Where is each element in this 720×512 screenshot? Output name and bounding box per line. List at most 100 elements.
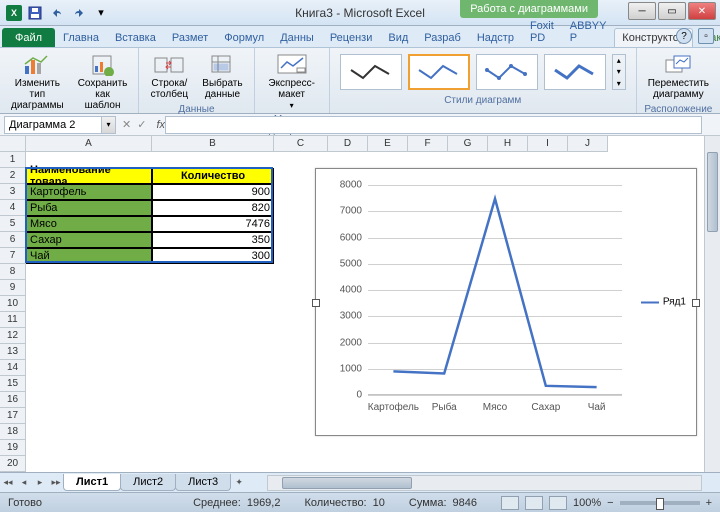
tab-data[interactable]: Данны	[272, 28, 322, 47]
y-tick: 7000	[322, 206, 362, 217]
cell-A5[interactable]: Мясо	[26, 216, 152, 232]
cell-B6[interactable]: 350	[152, 232, 274, 248]
column-header-A[interactable]: A	[26, 136, 152, 152]
chart-legend[interactable]: Ряд1	[641, 297, 686, 308]
sheet-tab-2[interactable]: Лист2	[120, 474, 176, 491]
tab-formulas[interactable]: Формул	[216, 28, 272, 47]
sheet-tab-1[interactable]: Лист1	[63, 474, 121, 491]
help-button[interactable]: ?	[676, 28, 692, 44]
switch-row-column-button[interactable]: Строка/столбец	[145, 50, 193, 103]
column-header-B[interactable]: B	[152, 136, 274, 152]
row-header-14[interactable]: 14	[0, 360, 26, 376]
qat-dropdown[interactable]: ▾	[92, 4, 110, 22]
tab-insert[interactable]: Вставка	[107, 28, 164, 47]
row-header-11[interactable]: 11	[0, 312, 26, 328]
row-header-10[interactable]: 10	[0, 296, 26, 312]
row-header-20[interactable]: 20	[0, 456, 26, 472]
save-template-button[interactable]: Сохранить как шаблон	[73, 50, 133, 114]
redo-button[interactable]	[70, 4, 88, 22]
quick-layout-button[interactable]: Экспресс-макет ▾	[261, 50, 323, 113]
new-sheet-button[interactable]: ✦	[231, 475, 247, 491]
column-header-J[interactable]: J	[568, 136, 608, 152]
row-header-18[interactable]: 18	[0, 424, 26, 440]
row-header-17[interactable]: 17	[0, 408, 26, 424]
row-header-16[interactable]: 16	[0, 392, 26, 408]
accept-formula-icon[interactable]: ✓	[137, 118, 146, 131]
cell-A6[interactable]: Сахар	[26, 232, 152, 248]
cell-B2[interactable]: Количество	[152, 168, 274, 184]
group-data-label: Данные	[145, 103, 247, 115]
row-header-7[interactable]: 7	[0, 248, 26, 264]
close-button[interactable]: ✕	[688, 2, 716, 20]
worksheet-grid[interactable]: ABCDEFGHIJ 12345678910111213141516171819…	[0, 136, 720, 472]
minimize-button[interactable]: ─	[628, 2, 656, 20]
horizontal-scrollbar[interactable]	[267, 475, 702, 491]
row-header-12[interactable]: 12	[0, 328, 26, 344]
cell-B3[interactable]: 900	[152, 184, 274, 200]
undo-button[interactable]	[48, 4, 66, 22]
cancel-formula-icon[interactable]: ✕	[122, 118, 131, 131]
column-header-C[interactable]: C	[274, 136, 328, 152]
name-box[interactable]: Диаграмма 2	[4, 116, 102, 134]
row-header-1[interactable]: 1	[0, 152, 26, 168]
column-header-E[interactable]: E	[368, 136, 408, 152]
tab-developer[interactable]: Разраб	[416, 28, 469, 47]
chart-style-4[interactable]	[544, 54, 606, 90]
vscroll-thumb[interactable]	[707, 152, 718, 232]
formula-input[interactable]	[165, 116, 702, 134]
select-all-corner[interactable]	[0, 136, 26, 152]
hscroll-thumb[interactable]	[282, 477, 412, 489]
sheet-nav-first[interactable]: ◂◂	[0, 475, 16, 491]
move-chart-button[interactable]: Переместить диаграмму	[643, 50, 714, 103]
tab-review[interactable]: Рецензи	[322, 28, 381, 47]
cell-A4[interactable]: Рыба	[26, 200, 152, 216]
cell-B5[interactable]: 7476	[152, 216, 274, 232]
column-header-I[interactable]: I	[528, 136, 568, 152]
minimize-ribbon-button[interactable]: ▫	[698, 28, 714, 44]
chart-style-1[interactable]	[340, 54, 402, 90]
tab-view[interactable]: Вид	[380, 28, 416, 47]
fx-label[interactable]: fx	[156, 119, 165, 131]
sheet-nav-prev[interactable]: ◂	[16, 475, 32, 491]
row-header-19[interactable]: 19	[0, 440, 26, 456]
tab-foxit[interactable]: Foxit PD	[522, 16, 562, 47]
row-header-2[interactable]: 2	[0, 168, 26, 184]
tab-abbyy[interactable]: ABBYY P	[562, 16, 615, 47]
cell-A7[interactable]: Чай	[26, 248, 152, 264]
sheet-tab-3[interactable]: Лист3	[175, 474, 231, 491]
row-header-6[interactable]: 6	[0, 232, 26, 248]
chart-line-series[interactable]	[368, 185, 622, 395]
sheet-nav-next[interactable]: ▸	[32, 475, 48, 491]
chart-style-3[interactable]	[476, 54, 538, 90]
tab-page-layout[interactable]: Размет	[164, 28, 216, 47]
select-data-button[interactable]: Выбрать данные	[197, 50, 247, 103]
save-button[interactable]	[26, 4, 44, 22]
row-header-13[interactable]: 13	[0, 344, 26, 360]
column-header-G[interactable]: G	[448, 136, 488, 152]
cell-A3[interactable]: Картофель	[26, 184, 152, 200]
tab-home[interactable]: Главна	[55, 28, 107, 47]
change-chart-type-button[interactable]: Изменить тип диаграммы	[6, 50, 69, 114]
tab-addins[interactable]: Надстр	[469, 28, 522, 47]
column-header-F[interactable]: F	[408, 136, 448, 152]
embedded-chart[interactable]: 010002000300040005000600070008000Картофе…	[315, 168, 697, 436]
vertical-scrollbar[interactable]	[704, 136, 720, 472]
chart-plot-area[interactable]: 010002000300040005000600070008000Картофе…	[368, 185, 622, 395]
chart-style-2[interactable]	[408, 54, 470, 90]
column-header-D[interactable]: D	[328, 136, 368, 152]
maximize-button[interactable]: ▭	[658, 2, 686, 20]
name-box-dropdown[interactable]: ▾	[102, 116, 116, 134]
row-header-5[interactable]: 5	[0, 216, 26, 232]
cell-B4[interactable]: 820	[152, 200, 274, 216]
chart-styles-more[interactable]: ▴▾▾	[612, 54, 626, 90]
row-header-4[interactable]: 4	[0, 200, 26, 216]
cell-B7[interactable]: 300	[152, 248, 274, 264]
row-header-9[interactable]: 9	[0, 280, 26, 296]
row-header-3[interactable]: 3	[0, 184, 26, 200]
column-header-H[interactable]: H	[488, 136, 528, 152]
cell-A2[interactable]: Наименование товара	[26, 168, 152, 184]
row-header-8[interactable]: 8	[0, 264, 26, 280]
row-header-15[interactable]: 15	[0, 376, 26, 392]
sheet-nav-last[interactable]: ▸▸	[48, 475, 64, 491]
tab-file[interactable]: Файл	[2, 28, 55, 47]
